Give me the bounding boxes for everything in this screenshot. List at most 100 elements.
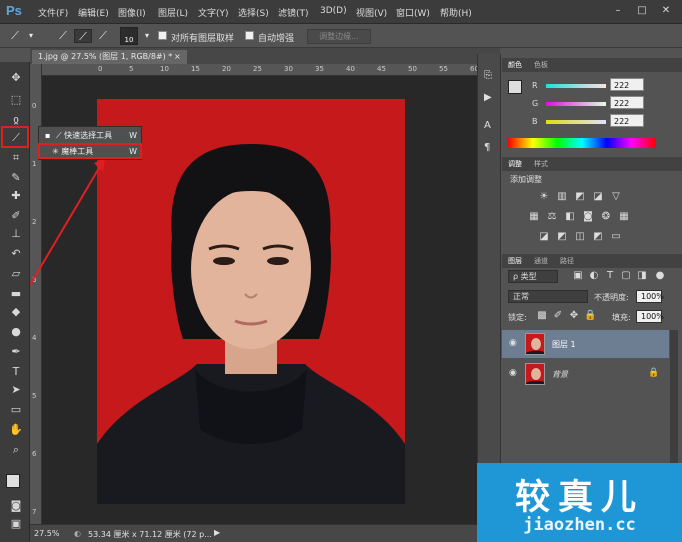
curves-icon[interactable]: ◩ (574, 191, 586, 203)
gradient-map-icon[interactable]: ▭ (610, 231, 622, 243)
black-white-icon[interactable]: ◧ (564, 211, 576, 223)
layer-row-background[interactable]: ◉ 背景 🔒 (502, 360, 669, 388)
posterize-icon[interactable]: ◩ (556, 231, 568, 243)
quick-select-icon: ⟋ (55, 131, 62, 140)
tab-color[interactable]: 颜色 (508, 60, 522, 70)
color-lookup-icon[interactable]: ▦ (618, 211, 630, 223)
zoom-tool-icon[interactable]: ⌕ (6, 442, 26, 458)
lock-label: 锁定: (508, 313, 527, 322)
flyout-item-quick-select[interactable]: ▪ ⟋ 快速选择工具 W (41, 128, 141, 143)
clone-stamp-tool-icon[interactable]: ⊥ (6, 226, 26, 242)
status-icon: ◐ (74, 529, 81, 538)
flyout-item-shortcut: W (129, 131, 137, 140)
tab-layers[interactable]: 图层 (508, 256, 522, 266)
lock-transparency-icon[interactable]: ▩ (536, 310, 548, 322)
color-balance-icon[interactable]: ⚖ (546, 211, 558, 223)
invert-icon[interactable]: ◪ (538, 231, 550, 243)
exposure-icon[interactable]: ◪ (592, 191, 604, 203)
blend-mode-dropdown[interactable]: 正常 (508, 290, 588, 303)
document-info[interactable]: 53.34 厘米 x 71.12 厘米 (72 p... (88, 529, 212, 540)
hue-saturation-icon[interactable]: ▦ (528, 211, 540, 223)
layer-row-layer1[interactable]: ◉ 图层 1 (502, 330, 669, 358)
path-selection-tool-icon[interactable]: ➤ (6, 382, 26, 398)
quick-mask-icon[interactable]: ◙ (6, 498, 26, 514)
flyout-item-label: 快速选择工具 (64, 131, 113, 140)
channel-mixer-icon[interactable]: ❂ (600, 211, 612, 223)
tab-channels[interactable]: 通道 (534, 256, 548, 266)
history-brush-tool-icon[interactable]: ↶ (6, 246, 26, 262)
tab-adjustments[interactable]: 调整 (508, 159, 522, 169)
layer-name[interactable]: 背景 (552, 369, 568, 380)
eyedropper-tool-icon[interactable]: ✎ (6, 170, 26, 186)
dodge-tool-icon[interactable]: ● (6, 324, 26, 340)
brightness-icon[interactable]: ☀ (538, 191, 550, 203)
filter-adjustment-icon[interactable]: ◐ (588, 270, 600, 282)
filter-smart-icon[interactable]: ◨ (636, 270, 648, 282)
tab-swatches[interactable]: 色板 (534, 60, 548, 70)
lock-image-icon[interactable]: ✐ (552, 310, 564, 322)
filter-toggle-icon[interactable]: ● (654, 270, 666, 282)
filter-pixel-icon[interactable]: ▣ (572, 270, 584, 282)
channel-g-slider[interactable] (546, 102, 606, 106)
watermark-url: jiaozhen.cc (523, 515, 636, 535)
selective-color-icon[interactable]: ◩ (592, 231, 604, 243)
status-bar: 27.5% ◐ 53.34 厘米 x 71.12 厘米 (72 p... ▶ (30, 524, 500, 542)
opacity-label: 不透明度: (594, 293, 629, 302)
vibrance-icon[interactable]: ▽ (610, 191, 622, 203)
opacity-input[interactable]: 100% (636, 290, 664, 303)
filter-type-icon[interactable]: T (604, 270, 616, 282)
filter-shape-icon[interactable]: ▢ (620, 270, 632, 282)
layers-panel-tabs: 图层 通道 路径 (502, 254, 682, 268)
eraser-tool-icon[interactable]: ▱ (6, 266, 26, 282)
zoom-level[interactable]: 27.5% (34, 529, 59, 538)
lock-icon: 🔒 (648, 368, 660, 378)
screen-mode-icon[interactable]: ▣ (6, 516, 26, 532)
layer-thumbnail (525, 333, 545, 355)
character-panel-icon[interactable]: A (484, 120, 491, 131)
actions-panel-icon[interactable]: ▶ (484, 92, 492, 103)
channel-r-slider[interactable] (546, 84, 606, 88)
magic-wand-highlight-box (38, 143, 142, 159)
layer-filter-dropdown[interactable]: ρ 类型 (508, 270, 558, 283)
paragraph-panel-icon[interactable]: ¶ (484, 142, 490, 153)
crop-tool-icon[interactable]: ⌗ (6, 150, 26, 166)
tab-styles[interactable]: 样式 (534, 159, 548, 169)
active-bullet-icon: ▪ (45, 131, 51, 140)
type-tool-icon[interactable]: T (6, 364, 26, 380)
channel-b-value[interactable]: 222 (610, 114, 644, 127)
threshold-icon[interactable]: ◫ (574, 231, 586, 243)
lock-all-icon[interactable]: 🔒 (584, 310, 596, 322)
watermark: 较真儿 jiaozhen.cc (477, 463, 682, 542)
gradient-tool-icon[interactable]: ▬ (6, 286, 26, 302)
brush-tool-icon[interactable]: ✐ (6, 208, 26, 224)
channel-r-label: R (532, 81, 538, 90)
channel-b-label: B (532, 117, 538, 126)
move-tool-icon[interactable]: ✥ (6, 70, 26, 86)
fill-input[interactable]: 100% (636, 310, 664, 323)
status-menu-arrow-icon[interactable]: ▶ (214, 528, 220, 537)
lock-position-icon[interactable]: ✥ (568, 310, 580, 322)
layer-name[interactable]: 图层 1 (552, 339, 576, 350)
channel-g-label: G (532, 99, 539, 108)
eye-icon[interactable]: ◉ (509, 368, 517, 378)
history-panel-icon[interactable]: ⎘ (484, 70, 492, 81)
hand-tool-icon[interactable]: ✋ (6, 422, 26, 438)
blur-tool-icon[interactable]: ◆ (6, 304, 26, 320)
color-panel-tabs: 颜色 色板 (502, 58, 682, 72)
channel-b-slider[interactable] (546, 120, 606, 124)
color-spectrum-bar[interactable] (508, 138, 656, 148)
levels-icon[interactable]: ▥ (556, 191, 568, 203)
color-fg-swatch[interactable] (508, 80, 522, 94)
marquee-tool-icon[interactable]: ⬚ (6, 92, 26, 108)
add-adjustment-title: 添加调整 (510, 175, 542, 184)
pen-tool-icon[interactable]: ✒ (6, 344, 26, 360)
foreground-color-swatch[interactable] (6, 474, 20, 488)
photo-filter-icon[interactable]: ◙ (582, 211, 594, 223)
healing-brush-tool-icon[interactable]: ✚ (6, 188, 26, 204)
channel-g-value[interactable]: 222 (610, 96, 644, 109)
tab-paths[interactable]: 路径 (560, 256, 574, 266)
eye-icon[interactable]: ◉ (509, 338, 517, 348)
tool-highlight-box (1, 126, 29, 148)
shape-tool-icon[interactable]: ▭ (6, 402, 26, 418)
channel-r-value[interactable]: 222 (610, 78, 644, 91)
